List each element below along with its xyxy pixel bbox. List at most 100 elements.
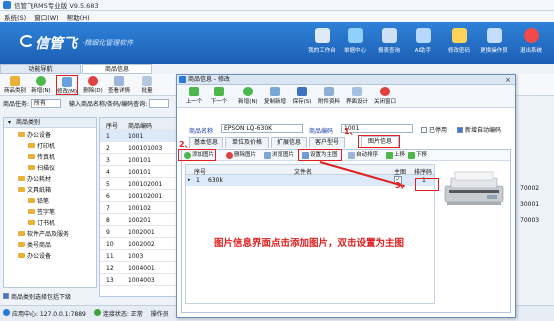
- close-window-button[interactable]: 关闭窗口: [373, 87, 397, 107]
- close-icon: [380, 87, 390, 96]
- delete-image-button[interactable]: 删除图片: [226, 151, 256, 160]
- browse-image-button[interactable]: 浏览图片: [264, 151, 294, 160]
- ai-assistant-button[interactable]: AI助手: [404, 26, 442, 62]
- table-row[interactable]: 11 1003: [100, 250, 178, 262]
- tree-node[interactable]: 文具纸箱: [18, 185, 51, 194]
- marker-2: 2、: [179, 140, 193, 149]
- table-row[interactable]: 6 100102001: [100, 190, 178, 202]
- add-button[interactable]: 新增(N): [30, 75, 52, 95]
- folder-icon: [28, 220, 35, 225]
- table-row[interactable]: 3 100101: [100, 154, 178, 166]
- table-row[interactable]: 8 100201: [100, 214, 178, 226]
- copy-icon: [270, 87, 280, 96]
- next-button[interactable]: 下一个: [209, 87, 229, 107]
- switch-operator-button[interactable]: 更换操作员: [475, 26, 513, 62]
- exit-system-button[interactable]: 退出系统: [512, 26, 550, 62]
- delete-icon: [226, 152, 233, 159]
- folder-icon: [18, 253, 25, 258]
- table-row[interactable]: 5 100102001: [100, 178, 178, 190]
- tab-product-info[interactable]: 商品信息: [82, 64, 152, 74]
- folder-icon: [10, 76, 20, 86]
- tab-basic-info[interactable]: 基本信息: [189, 137, 223, 148]
- table-row[interactable]: 7 100102: [100, 202, 178, 214]
- connection-status: 连接状态: 正常: [93, 309, 143, 318]
- tree-node[interactable]: 办公设备: [18, 251, 51, 260]
- tree-node[interactable]: 类号商品: [18, 240, 51, 249]
- table-row[interactable]: 10 1002002: [100, 238, 178, 250]
- table-row[interactable]: 12 1004001: [100, 262, 178, 274]
- tree-node[interactable]: 办公耗材: [18, 174, 51, 183]
- attachments-button[interactable]: 附件资料: [317, 87, 341, 107]
- tab-unit-price[interactable]: 单位及价格: [225, 137, 269, 148]
- task-select[interactable]: 所有: [31, 99, 62, 108]
- app-center-icon: [3, 309, 10, 316]
- menu-window[interactable]: 窗口(W): [34, 12, 59, 22]
- view-icon: [114, 76, 124, 86]
- table-row[interactable]: 13 1004003: [100, 274, 178, 286]
- folder-icon: [28, 143, 35, 148]
- view-detail-button[interactable]: 查看详情: [108, 75, 130, 95]
- operator-status: 操作员: [150, 311, 169, 318]
- document-center-button[interactable]: 单据中心: [336, 26, 374, 62]
- tree-node[interactable]: 软件产品及服务: [18, 229, 69, 238]
- disabled-checkbox[interactable]: 已停用: [421, 125, 447, 134]
- menu-help[interactable]: 帮助(H): [67, 12, 90, 22]
- dialog-title: 商品信息 - 修改: [177, 75, 515, 85]
- auto-code-checkbox[interactable]: 新增自动编码: [457, 125, 501, 134]
- dialog-app-icon: [179, 76, 186, 83]
- plus-icon: [243, 87, 253, 96]
- include-sub-checkbox[interactable]: 商品类别选择包括下级: [3, 291, 123, 301]
- lock-icon: [451, 28, 467, 43]
- auto-sort-button[interactable]: 自动排序: [348, 151, 378, 160]
- image-toolbar: 添加图片 删除图片 浏览图片 设置为主图 自动排序 上移 下移: [182, 150, 510, 161]
- tree-expand-icon[interactable]: ▾: [8, 119, 11, 126]
- tab-function-nav[interactable]: 功能导航: [0, 64, 81, 74]
- tab-extended-info[interactable]: 扩展信息: [271, 137, 307, 148]
- tree-node[interactable]: 铅笔: [28, 196, 49, 205]
- users-icon: [486, 28, 502, 43]
- search-input[interactable]: [149, 99, 170, 108]
- table-row[interactable]: 4 100101: [100, 166, 178, 178]
- modify-button[interactable]: 修改(M): [56, 75, 78, 95]
- folder-icon: [18, 176, 25, 181]
- tree-node[interactable]: 扫描仪: [28, 163, 55, 172]
- table-row[interactable]: 1 1001: [100, 130, 178, 142]
- move-up-button[interactable]: 上移: [386, 151, 405, 160]
- grid-header: 序号 商品编码: [100, 118, 178, 130]
- save-button[interactable]: 保存(S): [291, 87, 313, 107]
- product-name-input[interactable]: EPSON LQ-630K: [221, 124, 303, 133]
- copy-add-button[interactable]: 复制新增: [263, 87, 287, 107]
- dialog-add-button[interactable]: 新增(N): [237, 87, 259, 107]
- tab-customer-model[interactable]: 客户型号: [309, 137, 345, 148]
- previous-button[interactable]: 上一个: [184, 87, 204, 107]
- search-label: 输入商品名称/条码/编码查询:: [69, 101, 148, 108]
- change-password-button[interactable]: 修改密码: [440, 26, 478, 62]
- design-icon: [352, 87, 362, 96]
- image-info-panel: 添加图片 删除图片 浏览图片 设置为主图 自动排序 上移 下移 序号 文件名 主…: [181, 149, 511, 313]
- annotation-box-checkbox: [415, 178, 439, 191]
- folder-icon: [28, 198, 35, 203]
- category-button[interactable]: 商品类别: [4, 75, 26, 95]
- table-row[interactable]: 9 1002001: [100, 226, 178, 238]
- arrow-down-icon: [214, 87, 224, 96]
- batch-button[interactable]: 批量: [136, 75, 158, 95]
- folder-icon: [18, 242, 25, 247]
- image-icon: [264, 152, 271, 159]
- tree-node[interactable]: 传真机: [28, 152, 55, 161]
- monitor-icon: [314, 28, 330, 43]
- tree-node[interactable]: 签字笔: [28, 207, 55, 216]
- tree-node[interactable]: 办公设备: [18, 130, 51, 139]
- tree-header: 商品类别: [4, 118, 96, 128]
- document-icon: [347, 28, 363, 43]
- close-icon[interactable]: ×: [504, 76, 512, 84]
- move-down-button[interactable]: 下移: [408, 151, 427, 160]
- menu-system[interactable]: 系统(S): [4, 12, 26, 22]
- tree-node[interactable]: 订书机: [28, 218, 55, 227]
- table-row[interactable]: 2 100101003: [100, 142, 178, 154]
- report-query-button[interactable]: 报表查询: [370, 26, 408, 62]
- delete-button[interactable]: 删除(D): [82, 75, 104, 95]
- checkbox-checked[interactable]: [3, 293, 9, 299]
- tree-node[interactable]: 打印机: [28, 141, 55, 150]
- brand-logo: 信管飞: [35, 35, 77, 51]
- ui-design-button[interactable]: 界面设计: [345, 87, 369, 107]
